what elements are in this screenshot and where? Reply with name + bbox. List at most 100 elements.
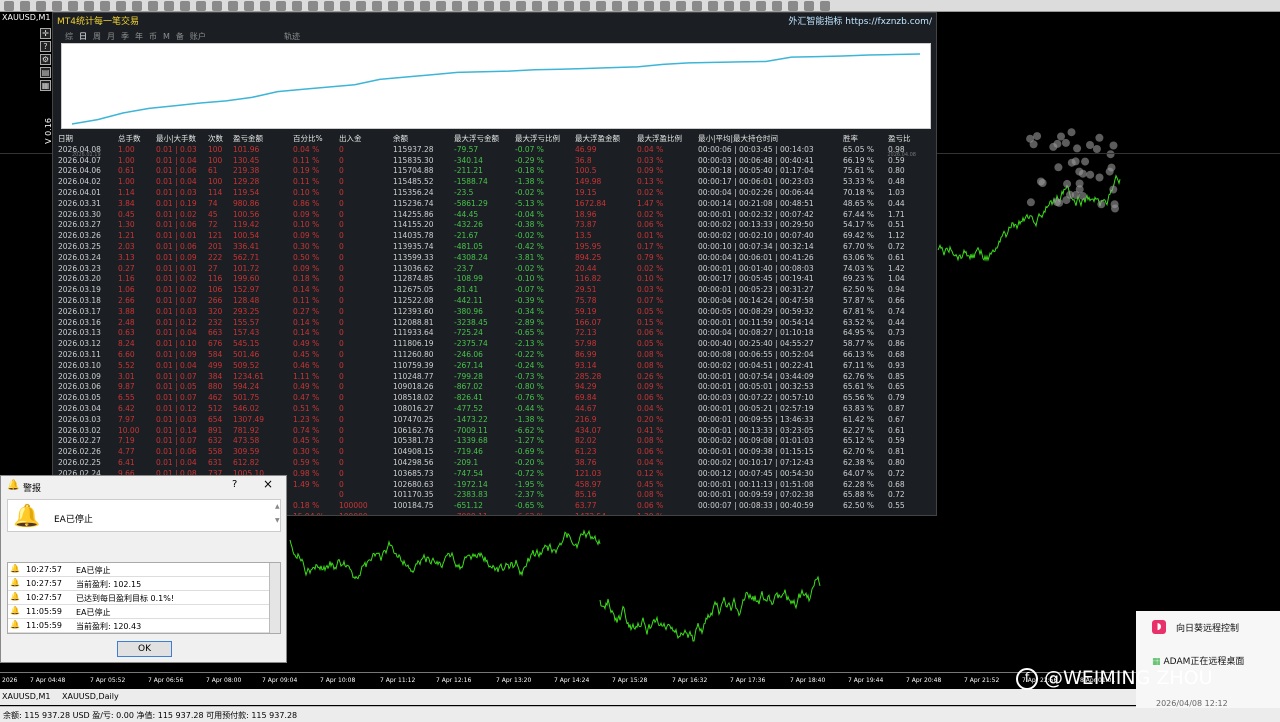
crosshair-icon[interactable]: ✛: [40, 28, 51, 39]
alert-log-row[interactable]: 🔔 10:27:57 当前盈利: 102.15: [8, 577, 280, 591]
table-cell: -1.38 %: [515, 414, 544, 424]
column-header[interactable]: 最大浮盈金额: [570, 133, 632, 144]
table-row[interactable]: 2026.03.03 7.97 0.01 | 0.03 654 1307.49 1.23 …: [53, 414, 923, 425]
chart-tab[interactable]: XAUUSD,Daily: [62, 692, 119, 701]
column-header[interactable]: 盈亏金额: [228, 133, 288, 144]
alert-text: 当前盈利: 120.43: [76, 622, 142, 631]
period-tab[interactable]: 季: [121, 32, 129, 41]
table-row[interactable]: 2026.03.18 2.66 0.01 | 0.07 266 128.48 0.11 %…: [53, 295, 923, 306]
alert-log-list[interactable]: 🔔 10:27:57 EA已停止 🔔 10:27:57 当前盈利: 102.15 🔔 10:2…: [7, 562, 281, 634]
table-row[interactable]: 2026.04.06 0.61 0.01 | 0.06 61 219.38 0.19 % 0…: [53, 166, 923, 177]
table-cell: 130.45: [233, 155, 260, 165]
column-header[interactable]: 日期: [53, 133, 113, 144]
alert-time: 10:27:57: [26, 565, 62, 574]
order-marker: [1067, 128, 1076, 137]
period-tab[interactable]: 月: [107, 32, 115, 41]
table-row[interactable]: 2026.04.02 1.00 0.01 | 0.04 100 129.28 0.11 %…: [53, 176, 923, 187]
table-row[interactable]: 2026.03.13 0.63 0.01 | 0.04 663 157.43 0.14 %…: [53, 328, 923, 339]
table-row[interactable]: 2026.03.04 6.42 0.01 | 0.12 512 546.02 0.51 %…: [53, 403, 923, 414]
table-row[interactable]: 2026.03.27 1.30 0.01 | 0.06 72 119.42 0.10 % 0…: [53, 220, 923, 231]
table-row[interactable]: 2026.03.19 1.06 0.01 | 0.02 106 152.97 0.14 %…: [53, 284, 923, 295]
table-row[interactable]: 2026.03.26 1.21 0.01 | 0.01 121 100.54 0.09 %…: [53, 230, 923, 241]
alert-log-row[interactable]: 🔔 11:05:59 EA已停止: [8, 605, 280, 619]
scrollbar[interactable]: ▲ ▼: [275, 503, 281, 529]
table-row[interactable]: 2026.02.25 6.41 0.01 | 0.04 631 612.82 0.59 %…: [53, 457, 923, 468]
alert-log-row[interactable]: 🔔 10:27:57 EA已停止: [8, 563, 280, 577]
period-tab[interactable]: 综: [65, 32, 73, 41]
period-tab[interactable]: 币: [149, 32, 157, 41]
alert-log-row[interactable]: 🔔 10:27:57 已达到每日盈利目标 0.1%!: [8, 591, 280, 605]
column-header[interactable]: 出入金: [334, 133, 388, 144]
table-cell: -0.73 %: [515, 371, 544, 381]
table-row[interactable]: 2026.03.12 8.24 0.01 | 0.10 676 545.15 0.49 %…: [53, 338, 923, 349]
settings-icon[interactable]: ⚙: [40, 54, 51, 65]
table-cell: 0: [339, 242, 344, 252]
equity-curve-plot: [71, 53, 921, 125]
table-row[interactable]: 2026.04.01 1.14 0.01 | 0.03 114 119.54 0.10 %…: [53, 187, 923, 198]
table-cell: [831, 457, 838, 468]
table-cell: -0.39 %: [515, 296, 544, 306]
column-header[interactable]: 盈亏比: [883, 133, 923, 144]
table-row[interactable]: 2026.03.25 2.03 0.01 | 0.06 201 336.41 0.30 %…: [53, 241, 923, 252]
order-marker: [1109, 185, 1118, 194]
table-row[interactable]: 2026.03.16 2.48 0.01 | 0.12 232 155.57 0.14 %…: [53, 317, 923, 328]
period-tab[interactable]: 日: [79, 32, 87, 41]
alert-log-row[interactable]: 🔔 11:05:59 当前盈利: 120.43: [8, 619, 280, 633]
panel-brand-link[interactable]: 外汇智能指标 https://fxznzb.com/: [788, 14, 932, 27]
template-icon[interactable]: ▦: [40, 80, 51, 91]
chart-tab[interactable]: XAUUSD,M1: [2, 692, 50, 701]
table-row[interactable]: 2026.03.17 3.88 0.01 | 0.03 320 293.25 0.27 %…: [53, 306, 923, 317]
column-header[interactable]: 胜率: [838, 133, 883, 144]
ok-button[interactable]: OK: [117, 641, 172, 657]
help-button[interactable]: ?: [232, 479, 237, 490]
table-row[interactable]: 2026.03.30 0.45 0.01 | 0.02 45 100.56 0.09 % 0…: [53, 209, 923, 220]
table-row[interactable]: 2026.03.31 3.84 0.01 | 0.19 74 980.86 0.86 % 0…: [53, 198, 923, 209]
table-cell: -725.24: [454, 328, 483, 338]
table-row[interactable]: 2026.03.11 6.60 0.01 | 0.09 584 501.46 0.45 %…: [53, 349, 923, 360]
column-header[interactable]: 最小|平均|最大持仓时间: [693, 133, 831, 144]
column-header[interactable]: 最小|大手数: [151, 133, 203, 144]
period-tab[interactable]: 账户: [190, 32, 206, 41]
remote-control-notice[interactable]: ◗ 向日葵远程控制 ▦ ADAM正在远程桌面: [1136, 611, 1280, 708]
table-row[interactable]: 2026.03.23 0.27 0.01 | 0.01 27 101.72 0.09 % 0…: [53, 263, 923, 274]
table-cell: 0.01 | 0.07: [156, 371, 197, 381]
table-cell: 72: [208, 220, 218, 230]
table-cell: 45: [208, 209, 218, 219]
table-row[interactable]: 2026.03.02 10.00 0.01 | 0.14 891 781.92 0.74 …: [53, 425, 923, 436]
table-row[interactable]: 2026.03.20 1.16 0.01 | 0.02 116 199.60 0.18 %…: [53, 274, 923, 285]
table-row[interactable]: 2026.04.07 1.00 0.01 | 0.04 100 130.45 0.11 %…: [53, 155, 923, 166]
column-header[interactable]: 总手数: [113, 133, 151, 144]
period-tab[interactable]: 年: [135, 32, 143, 41]
table-row[interactable]: 2026.03.05 6.55 0.01 | 0.07 462 501.75 0.47 %…: [53, 392, 923, 403]
table-row[interactable]: 2026.03.06 9.87 0.01 | 0.05 880 594.24 0.49 %…: [53, 382, 923, 393]
column-header[interactable]: 百分比%: [288, 133, 334, 144]
indicator-icon[interactable]: ▤: [40, 67, 51, 78]
column-header[interactable]: 余额: [388, 133, 449, 144]
help-icon[interactable]: ?: [40, 41, 51, 52]
table-cell: 631: [208, 458, 223, 467]
table-cell: 0.02 %: [637, 263, 664, 273]
column-header[interactable]: 最大浮盈比例: [632, 133, 693, 144]
column-header[interactable]: 最大浮亏比例: [510, 133, 570, 144]
table-row[interactable]: 2026.03.09 3.01 0.01 | 0.07 384 1234.61 1.11 …: [53, 371, 923, 382]
period-tab[interactable]: M: [163, 32, 170, 41]
close-button[interactable]: ×: [263, 477, 273, 491]
table-row[interactable]: 2026.04.08 1.00 0.01 | 0.03 100 101.96 0.04 %…: [53, 144, 923, 155]
column-header[interactable]: 次数: [203, 133, 228, 144]
column-header[interactable]: [831, 133, 838, 144]
table-cell: 00:00:01 | 00:09:59 | 07:02:38: [698, 490, 814, 500]
table-cell: -719.46: [454, 447, 483, 457]
table-cell: 1.03: [888, 188, 905, 198]
column-header[interactable]: 最大浮亏金额: [449, 133, 510, 144]
table-row[interactable]: 2026.02.27 7.19 0.01 | 0.07 632 473.58 0.45 %…: [53, 436, 923, 447]
table-cell: 2026.02.26: [58, 447, 101, 457]
table-cell: 0.98 %: [293, 468, 320, 478]
table-cell: 2026.03.26: [58, 231, 101, 241]
period-tab[interactable]: 备: [176, 32, 184, 41]
table-row[interactable]: 2026.02.26 4.77 0.01 | 0.06 558 309.59 0.30 %…: [53, 446, 923, 457]
time-tick-label: 7 Apr 06:56: [148, 677, 184, 684]
scrollbar[interactable]: [269, 563, 280, 633]
table-row[interactable]: 2026.03.24 3.13 0.01 | 0.09 222 562.71 0.50 %…: [53, 252, 923, 263]
period-tab[interactable]: 周: [93, 32, 101, 41]
table-row[interactable]: 2026.03.10 5.52 0.01 | 0.04 499 509.52 0.46 %…: [53, 360, 923, 371]
